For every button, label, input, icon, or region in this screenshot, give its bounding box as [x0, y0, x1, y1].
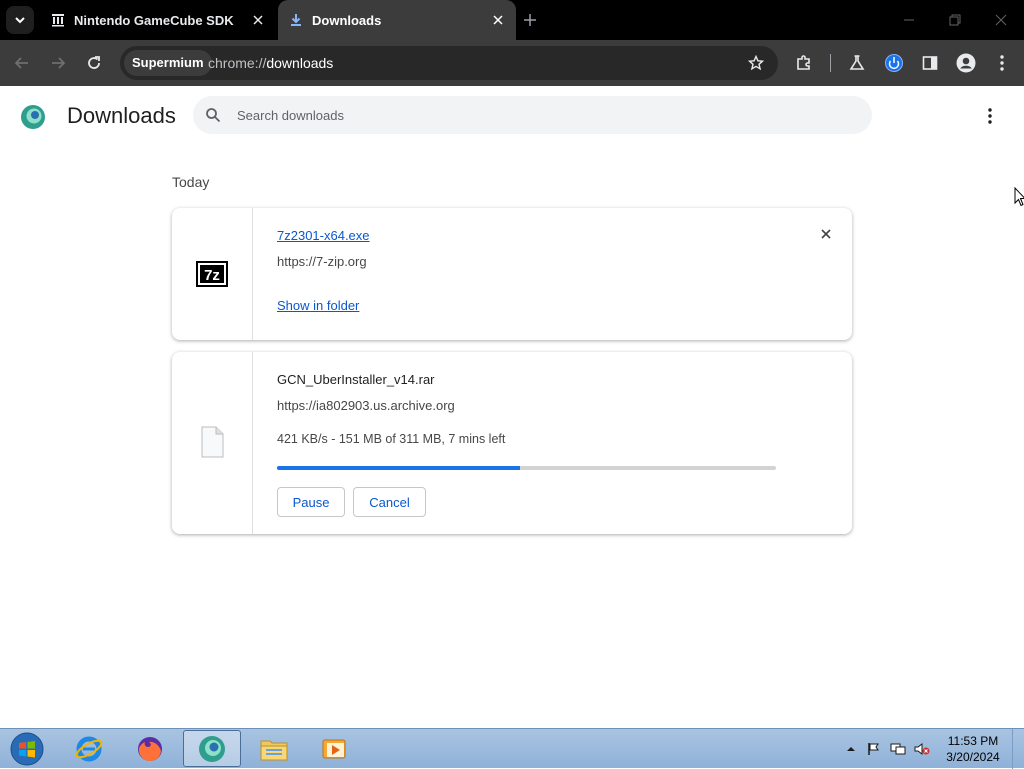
- labs-button[interactable]: [846, 52, 868, 74]
- download-filename: GCN_UberInstaller_v14.rar: [277, 372, 435, 387]
- search-input[interactable]: [237, 96, 837, 134]
- toolbar-divider: [830, 54, 831, 72]
- taskbar-firefox[interactable]: [121, 730, 179, 767]
- action-center-tray[interactable]: [866, 741, 882, 757]
- arrow-left-icon: [14, 57, 28, 69]
- generic-file-icon: [201, 426, 224, 458]
- windows-orb-icon: [10, 732, 44, 766]
- show-in-folder-link[interactable]: Show in folder: [277, 298, 359, 313]
- volume-muted-icon: [914, 743, 930, 755]
- close-icon[interactable]: [250, 12, 266, 28]
- url-scheme: chrome://: [208, 55, 267, 71]
- minimize-button[interactable]: [886, 0, 932, 40]
- file-icon-column: [172, 352, 253, 534]
- download-source-url: https://ia802903.us.archive.org: [277, 398, 455, 413]
- search-icon: [206, 108, 221, 123]
- downloads-page: Downloads Today 7z 7z2301-x64.exe https:…: [0, 86, 1024, 728]
- window-close-button[interactable]: [978, 0, 1024, 40]
- file-icon-column: 7z: [172, 208, 253, 340]
- page-title: Downloads: [67, 103, 176, 128]
- archive-org-icon: [50, 12, 66, 28]
- reload-icon: [88, 56, 100, 69]
- url-text[interactable]: chrome://downloads: [208, 46, 333, 80]
- taskbar-file-explorer[interactable]: [245, 730, 303, 767]
- search-box[interactable]: [193, 96, 872, 134]
- puzzle-icon: [797, 55, 810, 70]
- close-icon[interactable]: [490, 12, 506, 28]
- reload-button[interactable]: [82, 51, 106, 75]
- download-icon: [288, 12, 304, 28]
- browser-toolbar: Supermium chrome://downloads: [0, 40, 1024, 86]
- plus-icon: [524, 14, 536, 26]
- bookmark-star-icon[interactable]: [748, 55, 764, 71]
- extension-icon: [885, 54, 903, 72]
- restore-icon: [949, 14, 961, 26]
- download-progress-status: 421 KB/s - 151 MB of 311 MB, 7 mins left: [277, 432, 506, 446]
- download-item: 7z 7z2301-x64.exe https://7-zip.org Show…: [172, 208, 852, 340]
- remove-download-button[interactable]: [818, 226, 834, 242]
- supermium-icon: [199, 735, 225, 762]
- svg-text:7z: 7z: [204, 267, 220, 284]
- download-item: GCN_UberInstaller_v14.rar https://ia8029…: [172, 352, 852, 534]
- close-icon: [821, 229, 831, 239]
- browser-chip[interactable]: Supermium: [124, 50, 212, 76]
- taskbar-media-player[interactable]: [306, 730, 364, 767]
- show-hidden-icons-button[interactable]: [843, 741, 859, 757]
- more-actions-button[interactable]: [980, 106, 1000, 126]
- taskbar: 11:53 PM 3/20/2024: [0, 728, 1024, 769]
- cancel-button[interactable]: Cancel: [353, 487, 426, 517]
- flag-icon: [868, 743, 879, 755]
- close-icon: [995, 14, 1007, 26]
- tab-gamecube-sdk[interactable]: Nintendo GameCube SDK : Fre: [40, 0, 276, 40]
- pause-button[interactable]: Pause: [277, 487, 345, 517]
- download-progress-bar: [277, 466, 776, 470]
- kebab-menu-icon: [1000, 55, 1004, 71]
- tab-strip: Nintendo GameCube SDK : Fre Downloads: [0, 0, 1024, 40]
- firefox-icon: [138, 736, 162, 761]
- taskbar-supermium[interactable]: [183, 730, 241, 767]
- address-bar[interactable]: Supermium chrome://downloads: [120, 46, 778, 80]
- start-button[interactable]: [8, 731, 46, 767]
- side-panel-button[interactable]: [919, 52, 941, 74]
- flask-icon: [849, 55, 865, 70]
- download-progress-fill: [277, 466, 520, 470]
- download-filename-link[interactable]: 7z2301-x64.exe: [277, 228, 370, 243]
- kebab-menu-icon: [988, 108, 992, 124]
- browser-menu-button[interactable]: [991, 52, 1013, 74]
- extensions-button[interactable]: [793, 52, 815, 74]
- minimize-icon: [904, 19, 914, 21]
- file-explorer-icon: [260, 740, 288, 760]
- tab-search-button[interactable]: [6, 6, 34, 34]
- network-tray[interactable]: [890, 741, 906, 757]
- forward-button[interactable]: [46, 51, 70, 75]
- avatar-icon: [956, 53, 976, 73]
- 7zip-file-icon: 7z: [196, 261, 228, 287]
- restore-button[interactable]: [932, 0, 978, 40]
- supermium-logo-icon: [21, 105, 45, 129]
- taskbar-clock[interactable]: 11:53 PM 3/20/2024: [940, 733, 1006, 765]
- tab-title: Nintendo GameCube SDK : Fre: [74, 12, 234, 28]
- internet-explorer-icon: [75, 736, 103, 761]
- clock-date: 3/20/2024: [946, 750, 1000, 764]
- arrow-right-icon: [52, 57, 66, 69]
- taskbar-internet-explorer[interactable]: [60, 730, 118, 767]
- extension-button[interactable]: [883, 52, 905, 74]
- download-source-url: https://7-zip.org: [277, 254, 367, 269]
- date-group-label: Today: [172, 174, 210, 190]
- side-panel-icon: [922, 56, 938, 70]
- back-button[interactable]: [10, 51, 34, 75]
- tab-downloads[interactable]: Downloads: [278, 0, 516, 40]
- clock-time: 11:53 PM: [947, 734, 999, 748]
- network-icon: [890, 743, 906, 755]
- chevron-down-icon: [15, 17, 25, 24]
- tab-title: Downloads: [312, 12, 382, 28]
- media-player-icon: [322, 739, 346, 758]
- chevron-up-icon: [847, 747, 855, 751]
- new-tab-button[interactable]: [520, 10, 540, 30]
- volume-tray[interactable]: [914, 741, 930, 757]
- profile-button[interactable]: [955, 52, 977, 74]
- show-desktop-button[interactable]: [1012, 729, 1024, 769]
- url-host: downloads: [266, 55, 334, 71]
- mouse-cursor-icon: [1014, 187, 1024, 207]
